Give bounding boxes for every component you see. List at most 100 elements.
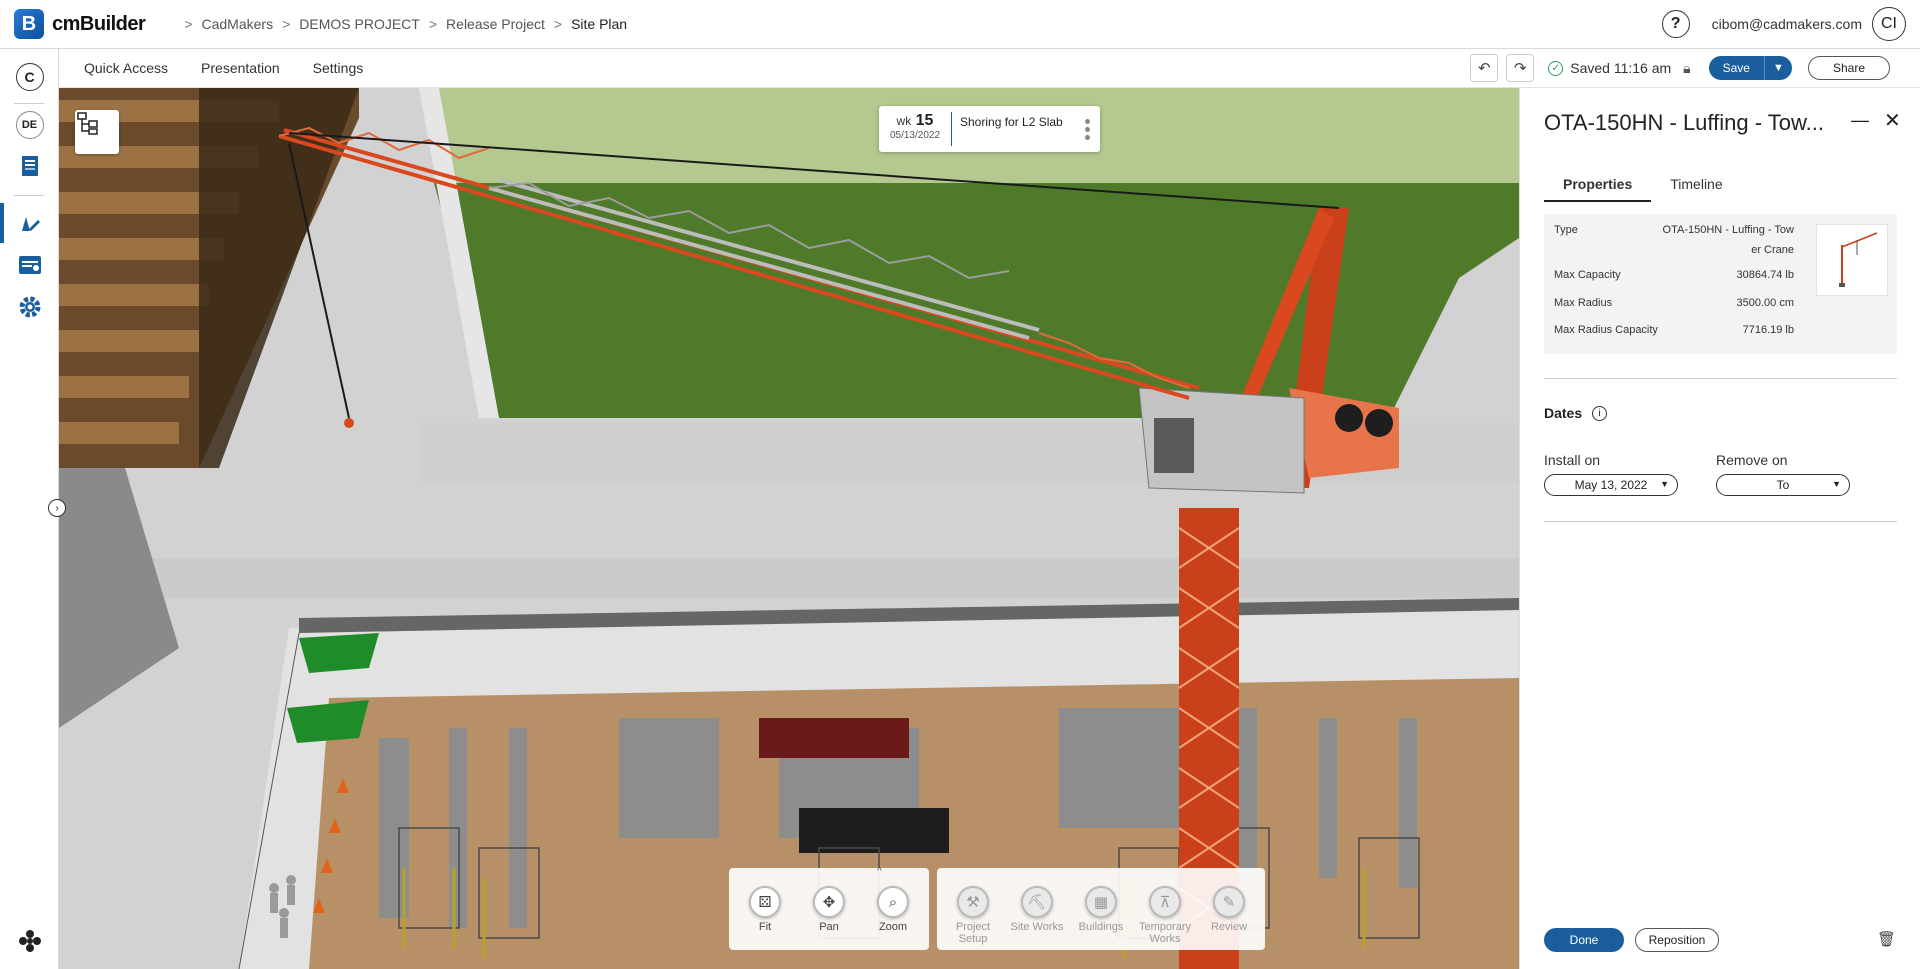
remove-date-select[interactable]: To ▼ — [1716, 474, 1850, 496]
fit-label: Fit — [758, 921, 772, 933]
bottom-toolbar: ^ ⚄ Fit ✥ Pan ⌕ Zoom ⚒ Project Setup ⛏ S… — [729, 866, 1265, 950]
properties-panel: OTA-150HN - Luffing - Tow... — ✕ Propert… — [1519, 88, 1920, 969]
pan-icon: ✥ — [813, 886, 845, 918]
section-divider — [1544, 521, 1897, 522]
remove-on-label: Remove on — [1716, 452, 1788, 468]
site-works-label: Site Works — [1010, 921, 1064, 933]
week-date: 05/13/2022 — [889, 130, 941, 141]
property-key: Type — [1554, 224, 1578, 236]
saved-time-text: Saved 11:16 am — [1570, 60, 1672, 76]
tools-icon: ⚒ — [957, 886, 989, 918]
pan-label: Pan — [819, 921, 839, 933]
breadcrumb-item-company[interactable]: CadMakers — [202, 16, 274, 32]
cmbuilder-logo-icon[interactable]: B — [14, 9, 44, 39]
breadcrumb-item-project[interactable]: DEMOS PROJECT — [299, 16, 420, 32]
week-task: Shoring for L2 Slab — [960, 115, 1063, 129]
menu-settings[interactable]: Settings — [313, 60, 364, 76]
view-tools: ^ ⚄ Fit ✥ Pan ⌕ Zoom — [729, 866, 929, 950]
property-key: Max Radius Capacity — [1554, 324, 1658, 336]
temporary-works-label: Temporary Works — [1139, 921, 1191, 945]
rail-divider — [14, 195, 44, 196]
zoom-label: Zoom — [878, 921, 908, 933]
menu-presentation[interactable]: Presentation — [201, 60, 280, 76]
help-button[interactable]: ? — [1661, 10, 1690, 38]
remove-date-value: To — [1776, 478, 1790, 492]
property-row: Max Radius 3500.00 cm — [1554, 297, 1794, 309]
site-tree-button[interactable] — [75, 110, 119, 154]
property-key: Max Capacity — [1554, 269, 1621, 281]
install-on-label: Install on — [1544, 452, 1601, 468]
breadcrumb-item-release[interactable]: Release Project — [446, 16, 545, 32]
fit-button[interactable]: ⚄ Fit — [733, 868, 797, 950]
site-plan-edit-icon[interactable] — [0, 209, 59, 237]
dates-title: Dates — [1544, 405, 1583, 421]
property-row: Type OTA-150HN - Luffing - Tow er Crane — [1554, 224, 1794, 260]
week-indicator[interactable]: wk 15 05/13/2022 Shoring for L2 Slab — [879, 106, 1100, 152]
top-header: B cmBuilder > CadMakers > DEMOS PROJECT … — [0, 0, 1920, 49]
expand-sidebar-icon[interactable]: › — [48, 499, 66, 517]
property-key: Max Radius — [1554, 297, 1613, 309]
check-circle-icon: ✓ — [1548, 60, 1564, 76]
document-icon[interactable] — [0, 153, 59, 179]
project-setup-button[interactable]: ⚒ Project Setup — [941, 868, 1005, 950]
temporary-works-button[interactable]: ⊼ Temporary Works — [1133, 868, 1197, 950]
undo-icon[interactable]: ↶ — [1470, 54, 1499, 82]
reposition-button[interactable]: Reposition — [1635, 928, 1719, 952]
properties-table: Type OTA-150HN - Luffing - Tow er Crane … — [1544, 214, 1897, 354]
zoom-button[interactable]: ⌕ Zoom — [861, 868, 925, 950]
pan-button[interactable]: ✥ Pan — [797, 868, 861, 950]
gear-icon[interactable] — [0, 293, 59, 321]
panel-tabs: Properties Timeline — [1544, 176, 1742, 202]
project-switcher[interactable]: DE — [15, 111, 44, 139]
info-icon[interactable]: i — [1592, 405, 1608, 421]
secondary-toolbar: Quick Access Presentation Settings ↶ ↷ ✓… — [59, 49, 1920, 88]
tab-timeline[interactable]: Timeline — [1651, 176, 1741, 202]
site-scene — [59, 88, 1519, 969]
schedule-icon[interactable] — [0, 251, 59, 279]
install-date-select[interactable]: May 13, 2022 ▼ — [1544, 474, 1678, 496]
share-button[interactable]: Share — [1807, 56, 1890, 80]
week-number: 15 — [915, 112, 934, 129]
review-label: Review — [1210, 921, 1248, 933]
save-button[interactable]: Save — [1708, 56, 1764, 80]
review-icon: ✎ — [1213, 886, 1245, 918]
mode-tools: ⚒ Project Setup ⛏ Site Works ▦ Buildings… — [937, 868, 1265, 950]
chevron-down-icon[interactable]: ▼ — [1763, 56, 1792, 80]
property-row: Max Radius Capacity 7716.19 lb — [1554, 324, 1794, 336]
buildings-button[interactable]: ▦ Buildings — [1069, 868, 1133, 950]
caret-down-icon: ▼ — [1832, 479, 1841, 489]
apps-icon[interactable] — [0, 927, 59, 955]
user-avatar[interactable]: CI — [1872, 7, 1906, 41]
caret-down-icon: ▼ — [1660, 479, 1669, 489]
fit-icon: ⚄ — [749, 886, 781, 918]
property-value: 3500.00 cm — [1736, 297, 1794, 309]
dates-heading: Dates i — [1544, 405, 1608, 421]
done-button[interactable]: Done — [1544, 928, 1624, 952]
panel-title: OTA-150HN - Luffing - Tow... — [1544, 110, 1825, 135]
rail-divider — [14, 103, 44, 104]
user-email: cibom@cadmakers.com — [1711, 16, 1862, 32]
breadcrumb: > CadMakers > DEMOS PROJECT > Release Pr… — [175, 16, 627, 32]
close-icon[interactable]: ✕ — [1884, 108, 1901, 133]
redo-icon[interactable]: ↷ — [1506, 54, 1535, 82]
menu-quick-access[interactable]: Quick Access — [84, 60, 168, 76]
chevron-right-icon: > — [428, 16, 438, 32]
company-switcher[interactable]: C — [15, 63, 44, 91]
zoom-icon: ⌕ — [877, 886, 909, 918]
buildings-icon: ▦ — [1085, 886, 1117, 918]
lock-icon[interactable]: 🔒︎ — [1683, 60, 1690, 77]
tab-properties[interactable]: Properties — [1544, 176, 1652, 202]
install-date-value: May 13, 2022 — [1574, 478, 1648, 492]
trash-icon[interactable]: 🗑︎ — [1877, 930, 1896, 948]
chevron-up-icon[interactable]: ^ — [877, 866, 882, 877]
section-divider — [1544, 378, 1897, 379]
site-works-button[interactable]: ⛏ Site Works — [1005, 868, 1069, 950]
more-vertical-icon[interactable] — [1085, 118, 1090, 140]
save-status: ✓ Saved 11:16 am — [1548, 60, 1671, 76]
project-setup-label: Project Setup — [955, 921, 991, 945]
3d-viewport[interactable]: wk 15 05/13/2022 Shoring for L2 Slab ^ ⚄… — [59, 88, 1519, 969]
review-button[interactable]: ✎ Review — [1197, 868, 1261, 950]
app-name: cmBuilder — [52, 12, 146, 35]
minimize-icon[interactable]: — — [1851, 110, 1869, 131]
excavator-icon: ⛏ — [1021, 886, 1053, 918]
